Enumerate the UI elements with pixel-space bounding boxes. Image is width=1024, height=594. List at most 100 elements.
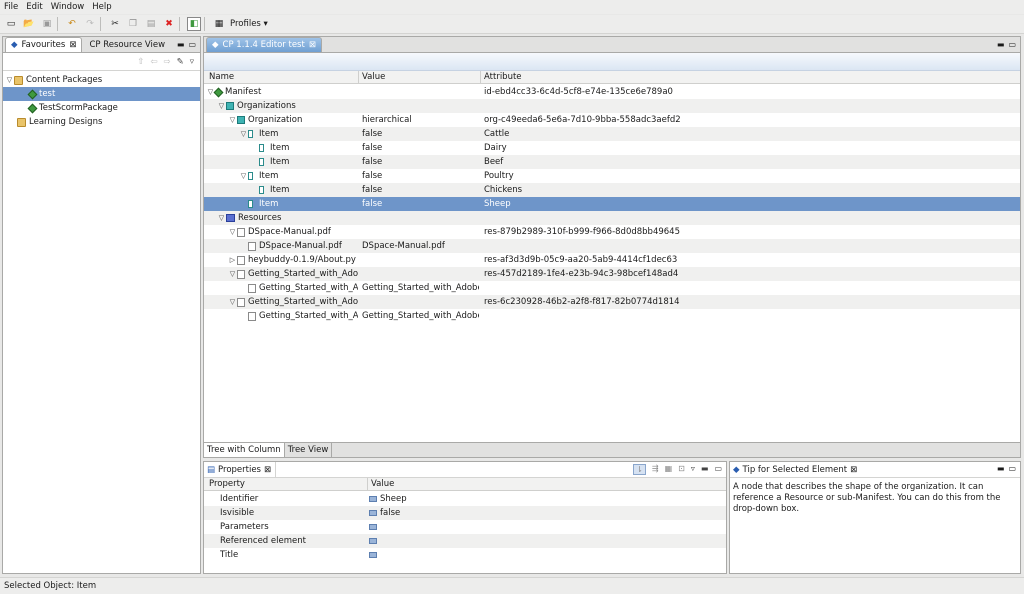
columns-icon[interactable]: ▦ bbox=[665, 464, 673, 475]
property-row[interactable]: Referenced element bbox=[204, 534, 726, 548]
expand-icon[interactable]: ▽ bbox=[228, 113, 237, 127]
column-value[interactable]: Value bbox=[359, 71, 385, 84]
tree-table-row[interactable]: Item false Chickens bbox=[204, 183, 1020, 197]
property-row[interactable]: Parameters bbox=[204, 520, 726, 534]
tree-table-row[interactable]: Getting_Started_with_A Getting_Started_wi… bbox=[204, 281, 1020, 295]
expand-icon[interactable]: ▽ bbox=[239, 169, 248, 183]
tree-table-row[interactable]: ▷ heybuddy-0.1.9/About.py res-af3d3d9b-05c… bbox=[204, 253, 1020, 267]
close-icon[interactable]: ⊠ bbox=[69, 40, 76, 50]
expand-icon[interactable]: ▷ bbox=[228, 253, 237, 267]
properties-icon: ▤ bbox=[207, 465, 216, 475]
maximize-icon[interactable]: ▭ bbox=[1008, 464, 1016, 473]
forward-icon[interactable]: ⇨ bbox=[163, 57, 170, 67]
tip-tab-label[interactable]: Tip for Selected Element bbox=[743, 465, 848, 475]
tree-item-testscormpackage[interactable]: TestScormPackage bbox=[3, 101, 200, 115]
tree-table-row[interactable]: ▽ Organizations bbox=[204, 99, 1020, 113]
minimize-icon[interactable]: ▬ bbox=[177, 40, 185, 49]
maximize-icon[interactable]: ▭ bbox=[1008, 40, 1016, 49]
expand-icon[interactable]: ▽ bbox=[239, 127, 248, 141]
expand-icon[interactable]: ▽ bbox=[228, 295, 237, 309]
maximize-icon[interactable]: ▭ bbox=[188, 40, 196, 49]
edit-icon[interactable]: ✎ bbox=[177, 57, 184, 67]
editor-perspective-icon[interactable]: ◧ bbox=[187, 17, 201, 31]
resource-icon bbox=[237, 255, 245, 265]
tree-table-row[interactable]: Item false Sheep bbox=[204, 197, 1020, 211]
property-row[interactable]: Identifier Sheep bbox=[204, 492, 726, 506]
restore-default-icon[interactable]: ⊡ bbox=[678, 464, 685, 475]
property-value[interactable]: Sheep bbox=[369, 492, 719, 506]
expand-icon[interactable]: ▽ bbox=[228, 267, 237, 281]
profiles-icon[interactable]: ▦ bbox=[212, 17, 226, 31]
profiles-dropdown[interactable]: Profiles ▾ bbox=[230, 19, 268, 29]
column-attribute[interactable]: Attribute bbox=[481, 71, 522, 84]
tab-tree-view[interactable]: Tree View bbox=[285, 443, 333, 457]
tree-item-learning-designs[interactable]: Learning Designs bbox=[3, 115, 200, 129]
property-value[interactable] bbox=[369, 520, 719, 534]
property-value[interactable]: false bbox=[369, 506, 719, 520]
property-value[interactable] bbox=[369, 548, 719, 562]
property-value[interactable] bbox=[369, 534, 719, 548]
tab-tree-with-column[interactable]: Tree with Column bbox=[204, 443, 285, 457]
tree-table-row[interactable]: ▽ Item false Poultry bbox=[204, 169, 1020, 183]
property-row[interactable]: Title bbox=[204, 548, 726, 562]
close-icon[interactable]: ⊠ bbox=[264, 465, 271, 475]
tree-table-row[interactable]: ▽ Manifest id-ebd4cc33-6c4d-5cf8-e74e-135c… bbox=[204, 85, 1020, 99]
minimize-icon[interactable]: ▬ bbox=[701, 464, 709, 475]
move-up-icon[interactable]: ⇧ bbox=[137, 57, 144, 67]
minimize-icon[interactable]: ▬ bbox=[997, 464, 1005, 473]
tree-table-row[interactable]: ▽ Resources bbox=[204, 211, 1020, 225]
cut-icon[interactable]: ✂ bbox=[108, 17, 122, 31]
cell-name: Item bbox=[250, 183, 358, 197]
properties-toolbar: ⇂ ⇶ ▦ ⊡ ▿ ▬ ▭ bbox=[633, 464, 722, 475]
menu-edit[interactable]: Edit bbox=[26, 0, 42, 14]
menu-window[interactable]: Window bbox=[51, 0, 85, 14]
copy-icon[interactable]: ❐ bbox=[126, 17, 140, 31]
item-icon bbox=[259, 186, 264, 194]
tree-table-row[interactable]: ▽ Organization hierarchical org-c49eeda6-5e… bbox=[204, 113, 1020, 127]
tab-cp-resource-view[interactable]: CP Resource View bbox=[84, 37, 170, 52]
column-value[interactable]: Value bbox=[368, 478, 394, 491]
categories-icon[interactable]: ⇂ bbox=[633, 464, 646, 475]
tree-table-row[interactable]: Item false Dairy bbox=[204, 141, 1020, 155]
column-property[interactable]: Property bbox=[206, 478, 245, 491]
delete-icon[interactable]: ✖ bbox=[162, 17, 176, 31]
tree-table-row[interactable]: ▽ Item false Cattle bbox=[204, 127, 1020, 141]
menu-file[interactable]: File bbox=[4, 0, 18, 14]
paste-icon[interactable]: ▤ bbox=[144, 17, 158, 31]
expand-icon[interactable]: ▽ bbox=[217, 211, 226, 225]
tip-view-controls: ▬ ▭ bbox=[997, 464, 1016, 473]
undo-icon[interactable]: ↶ bbox=[65, 17, 79, 31]
tab-favourites[interactable]: ◆ Favourites ⊠ bbox=[5, 37, 83, 52]
tree-table-row[interactable]: Item false Beef bbox=[204, 155, 1020, 169]
maximize-icon[interactable]: ▭ bbox=[714, 464, 722, 475]
view-menu-icon[interactable]: ▿ bbox=[190, 57, 194, 67]
close-icon[interactable]: ⊠ bbox=[850, 465, 857, 475]
new-icon[interactable]: ▭ bbox=[4, 17, 18, 31]
tree-table-row[interactable]: ▽ Getting_Started_with_Adob res-457d2189-1… bbox=[204, 267, 1020, 281]
expand-icon[interactable]: ▽ bbox=[217, 99, 226, 113]
cell-value: false bbox=[362, 171, 383, 181]
cell-attribute: res-6c230928-46b2-a2f8-f817-82b0774d1814 bbox=[484, 297, 680, 307]
tree-table-row[interactable]: Getting_Started_with_A Getting_Started_wi… bbox=[204, 309, 1020, 323]
back-icon[interactable]: ⇦ bbox=[150, 57, 157, 67]
tree-table-row[interactable]: ▽ Getting_Started_with_Adob res-6c230928-4… bbox=[204, 295, 1020, 309]
close-icon[interactable]: ⊠ bbox=[309, 40, 316, 50]
column-name[interactable]: Name bbox=[206, 71, 234, 84]
expand-icon[interactable]: ▽ bbox=[5, 73, 14, 87]
tree-table-row[interactable]: DSpace-Manual.pdf DSpace-Manual.pdf bbox=[204, 239, 1020, 253]
tree-table-row[interactable]: ▽ DSpace-Manual.pdf res-879b2989-310f-b999… bbox=[204, 225, 1020, 239]
minimize-icon[interactable]: ▬ bbox=[997, 40, 1005, 49]
view-menu-icon[interactable]: ▿ bbox=[691, 464, 695, 475]
tree-item-test[interactable]: test bbox=[3, 87, 200, 101]
properties-tab-label[interactable]: Properties bbox=[218, 465, 261, 475]
redo-icon[interactable]: ↷ bbox=[83, 17, 97, 31]
menu-help[interactable]: Help bbox=[92, 0, 111, 14]
save-icon[interactable]: ▣ bbox=[40, 17, 54, 31]
property-row[interactable]: Isvisible false bbox=[204, 506, 726, 520]
editor-panel: ◆ CP 1.1.4 Editor test ⊠ ▬ ▭ Name Value … bbox=[203, 36, 1021, 458]
expand-icon[interactable]: ▽ bbox=[228, 225, 237, 239]
tree-item-content-packages[interactable]: ▽ Content Packages bbox=[3, 73, 200, 87]
tab-cp-editor[interactable]: ◆ CP 1.1.4 Editor test ⊠ bbox=[206, 37, 322, 52]
filter-icon[interactable]: ⇶ bbox=[652, 464, 659, 475]
open-folder-icon[interactable]: 📂 bbox=[22, 17, 36, 31]
